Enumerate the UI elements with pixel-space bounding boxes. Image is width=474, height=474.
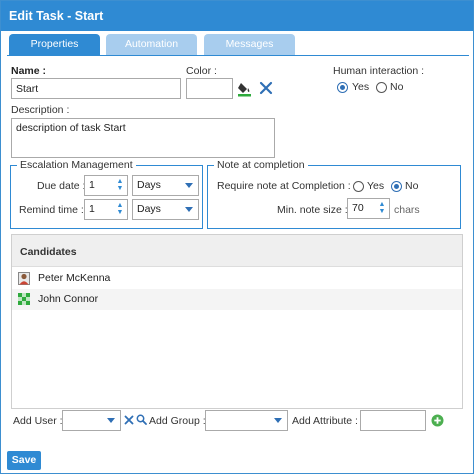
note-completion-group: Note at completion	[207, 159, 461, 229]
remind-time-unit-value: Days	[137, 203, 161, 215]
edit-task-dialog: Edit Task - Start Properties Automation …	[0, 0, 474, 474]
description-textarea[interactable]: description of task Start	[11, 118, 275, 158]
color-input[interactable]	[186, 78, 233, 99]
add-group-select[interactable]	[205, 410, 288, 431]
human-interaction-label: Human interaction :	[333, 65, 425, 77]
clear-user-icon[interactable]	[124, 415, 134, 425]
color-label: Color :	[186, 65, 217, 77]
candidate-name: John Connor	[38, 293, 99, 305]
chevron-down-icon	[107, 418, 115, 423]
chevron-down-icon	[274, 418, 282, 423]
remind-time-unit-select[interactable]: Days	[132, 199, 199, 220]
spin-arrows-icon[interactable]: ▲ ▼	[115, 202, 125, 217]
note-completion-legend: Note at completion	[217, 159, 305, 171]
chevron-down-icon	[185, 183, 193, 188]
min-note-size-value: 70	[352, 202, 364, 214]
add-attribute-label: Add Attribute :	[292, 415, 358, 427]
group-icon	[18, 293, 30, 306]
spin-arrows-icon[interactable]: ▲ ▼	[377, 201, 387, 216]
human-interaction-yes-radio[interactable]	[337, 82, 348, 93]
dialog-title: Edit Task - Start	[1, 1, 473, 31]
require-note-no-label: No	[405, 180, 419, 192]
add-user-select[interactable]	[62, 410, 121, 431]
human-interaction-no-label: No	[390, 81, 404, 93]
remind-time-spinner[interactable]: 1 ▲ ▼	[84, 199, 128, 220]
due-date-value: 1	[89, 179, 95, 191]
search-icon[interactable]	[136, 414, 147, 425]
due-date-spinner[interactable]: 1 ▲ ▼	[84, 175, 128, 196]
due-date-unit-value: Days	[137, 179, 161, 191]
require-note-yes-label: Yes	[367, 180, 385, 192]
add-attribute-input[interactable]	[360, 410, 426, 431]
add-circle-icon[interactable]	[431, 414, 444, 427]
tab-automation[interactable]: Automation	[106, 34, 197, 55]
clear-color-icon[interactable]	[259, 81, 273, 95]
paint-bucket-icon[interactable]	[237, 80, 253, 97]
due-date-unit-select[interactable]: Days	[132, 175, 199, 196]
add-group-label: Add Group :	[149, 415, 206, 427]
add-user-label: Add User :	[13, 415, 63, 427]
name-input[interactable]	[11, 78, 181, 99]
chevron-down-icon	[185, 207, 193, 212]
candidates-header: Candidates	[12, 235, 462, 267]
require-note-yes-radio[interactable]	[353, 181, 364, 192]
name-label: Name :	[11, 65, 47, 77]
remind-time-label: Remind time :	[19, 204, 84, 216]
min-note-size-unit: chars	[394, 204, 420, 216]
remind-time-value: 1	[89, 203, 95, 215]
candidate-name: Peter McKenna	[38, 272, 111, 284]
tab-properties[interactable]: Properties	[9, 34, 100, 55]
tab-divider	[7, 55, 469, 56]
due-date-label: Due date :	[37, 180, 86, 192]
user-icon	[18, 272, 30, 285]
tab-messages[interactable]: Messages	[204, 34, 295, 55]
candidate-row[interactable]: John Connor	[12, 289, 462, 310]
min-note-size-label: Min. note size :	[277, 204, 348, 216]
candidate-row[interactable]: Peter McKenna	[12, 268, 462, 289]
human-interaction-yes-label: Yes	[352, 81, 370, 93]
candidates-panel: Candidates Peter McKenna John Connor	[11, 234, 463, 409]
save-button[interactable]: Save	[7, 451, 41, 470]
escalation-legend: Escalation Management	[20, 159, 133, 171]
spin-arrows-icon[interactable]: ▲ ▼	[115, 178, 125, 193]
human-interaction-no-radio[interactable]	[376, 82, 387, 93]
require-note-label: Require note at Completion :	[217, 180, 351, 192]
min-note-size-spinner[interactable]: 70 ▲ ▼	[347, 198, 390, 219]
description-label: Description :	[11, 104, 70, 116]
require-note-no-radio[interactable]	[391, 181, 402, 192]
